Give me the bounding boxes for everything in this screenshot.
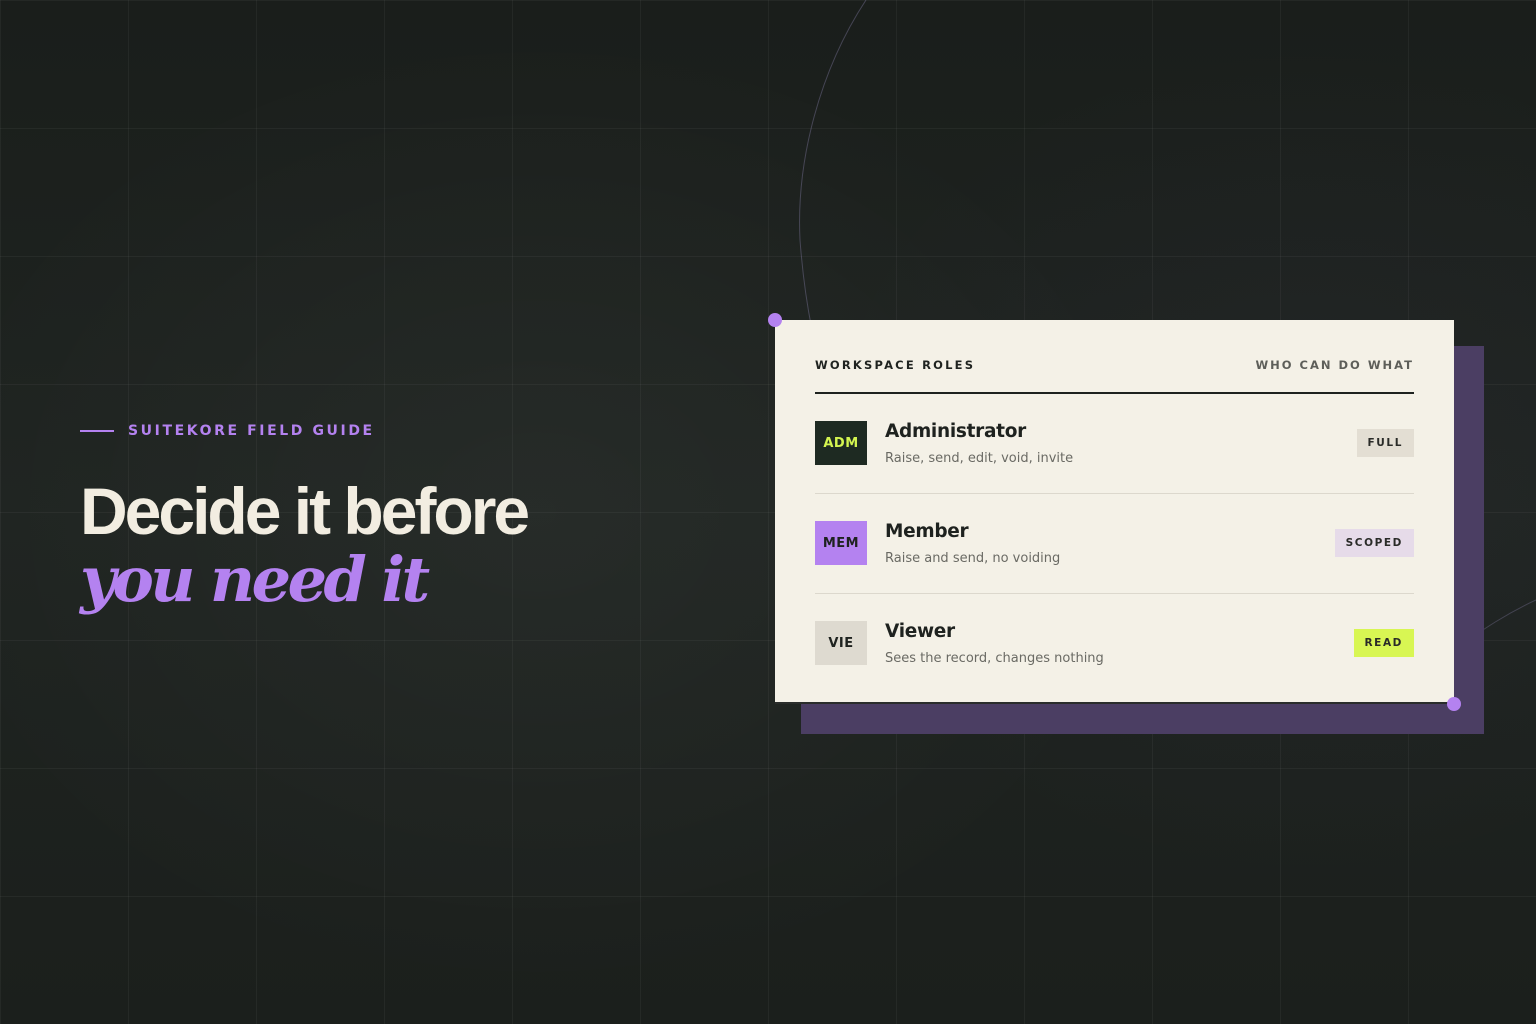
hero-headline: Decide it before you need it: [80, 474, 530, 616]
role-row-member: MEM Member Raise and send, no voiding SC…: [815, 494, 1414, 594]
role-name: Member: [885, 521, 969, 542]
role-description: Raise and send, no voiding: [885, 551, 1061, 566]
role-description: Raise, send, edit, void, invite: [885, 451, 1074, 466]
role-row-viewer: VIE Viewer Sees the record, changes noth…: [815, 594, 1414, 693]
corner-dot-top-left: [768, 313, 782, 327]
role-description: Sees the record, changes nothing: [885, 651, 1104, 666]
card-subtitle: WHO CAN DO WHAT: [1255, 358, 1414, 372]
workspace-roles-card: WORKSPACE ROLES WHO CAN DO WHAT ADM Admi…: [775, 320, 1454, 704]
card-title: WORKSPACE ROLES: [815, 358, 976, 372]
role-access-badge: FULL: [1356, 429, 1414, 457]
headline-primary: Decide it before: [80, 474, 530, 548]
eyebrow: SUITEKORE FIELD GUIDE: [80, 421, 375, 441]
eyebrow-rule: [80, 430, 114, 432]
role-row-administrator: ADM Administrator Raise, send, edit, voi…: [815, 394, 1414, 494]
eyebrow-label: SUITEKORE FIELD GUIDE: [128, 423, 375, 439]
role-name: Administrator: [885, 421, 1026, 442]
card-header: WORKSPACE ROLES WHO CAN DO WHAT: [815, 358, 1414, 394]
role-code-badge: ADM: [815, 421, 867, 465]
role-name: Viewer: [885, 621, 955, 642]
role-code-badge: VIE: [815, 621, 867, 665]
roles-list: ADM Administrator Raise, send, edit, voi…: [815, 394, 1414, 693]
role-code-badge: MEM: [815, 521, 867, 565]
corner-dot-bottom-right: [1447, 697, 1461, 711]
role-access-badge: READ: [1353, 629, 1414, 657]
role-access-badge: SCOPED: [1334, 529, 1414, 557]
headline-accent: you need it: [80, 543, 430, 616]
